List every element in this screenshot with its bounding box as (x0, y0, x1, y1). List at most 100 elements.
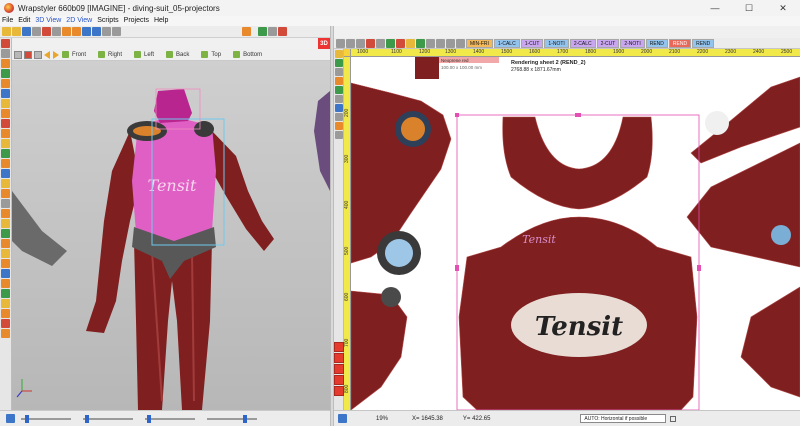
seam-2d-icon[interactable] (335, 122, 343, 130)
tab-2-noti[interactable]: 2-NOTI (620, 38, 645, 48)
tool-icon[interactable] (1, 309, 10, 318)
sheet-remove-icon[interactable] (396, 38, 405, 48)
pencil-icon[interactable] (1, 59, 10, 68)
view-top-button[interactable]: Top (201, 51, 221, 58)
rotation-slider[interactable] (83, 414, 133, 423)
menu-scripts[interactable]: Scripts (97, 16, 118, 26)
select-icon[interactable] (102, 27, 111, 36)
view-right-button[interactable]: Right (98, 51, 122, 58)
rotate-left-icon[interactable] (44, 50, 50, 59)
align-2d-icon[interactable] (335, 113, 343, 121)
rotate-right-icon[interactable] (53, 50, 59, 59)
delete-icon[interactable] (42, 27, 51, 36)
view3d-badge[interactable]: 3D (318, 38, 330, 49)
measure-icon[interactable] (112, 27, 121, 36)
opacity-slider[interactable] (207, 414, 257, 423)
tab-1-cut[interactable]: 1-CUT (520, 38, 544, 48)
sheet-pages-icon[interactable] (376, 38, 385, 48)
rotate-2d-icon[interactable] (335, 104, 343, 112)
sheet-select-icon[interactable] (336, 38, 345, 48)
tab-rend-1[interactable]: REND (645, 38, 668, 48)
copy-icon[interactable] (52, 27, 61, 36)
pattern-left-lower[interactable] (351, 290, 408, 410)
print-preview-icon[interactable] (268, 27, 277, 36)
stitch-icon[interactable] (1, 269, 10, 278)
layer-swatch[interactable] (334, 353, 344, 363)
piece-icon[interactable] (335, 86, 343, 94)
sheet-add-icon[interactable] (386, 38, 395, 48)
nest-icon[interactable] (335, 59, 343, 67)
sheet-grid-icon[interactable] (346, 38, 355, 48)
layer-swatch[interactable] (334, 375, 344, 385)
wireframe-icon[interactable] (14, 50, 22, 59)
chevron-down-icon[interactable] (670, 415, 677, 422)
sheet-copy-icon[interactable] (426, 38, 435, 48)
measure-2d-icon[interactable] (335, 77, 343, 85)
menu-3d-view[interactable]: 3D View (35, 16, 61, 26)
light-icon[interactable] (1, 99, 10, 108)
layer-swatch[interactable] (334, 386, 344, 396)
arrow-left-icon[interactable] (82, 27, 91, 36)
cut-icon[interactable] (1, 229, 10, 238)
paint-icon[interactable] (1, 109, 10, 118)
tab-rend-2[interactable]: REND (668, 38, 692, 48)
mirror-icon[interactable] (335, 95, 343, 103)
sew-icon[interactable] (1, 289, 10, 298)
flip-icon[interactable] (1, 219, 10, 228)
zoom-slider[interactable] (21, 414, 71, 423)
brush-icon[interactable] (1, 79, 10, 88)
view-left-button[interactable]: Left (134, 51, 154, 58)
text-2d-icon[interactable] (335, 131, 343, 139)
tab-1-calc[interactable]: 1-CALC (493, 38, 520, 48)
pin-icon[interactable] (1, 39, 10, 48)
view-bottom-button[interactable]: Bottom (233, 51, 262, 58)
sheet-ok-icon[interactable] (416, 38, 425, 48)
selection-handle-left[interactable] (455, 265, 459, 271)
tab-min-fri[interactable]: MIN-FRI (466, 38, 493, 48)
warp-icon[interactable] (1, 159, 10, 168)
open-folder-icon[interactable] (12, 27, 21, 36)
tab-2-cut[interactable]: 2-CUT (596, 38, 620, 48)
pattern-pieces[interactable]: Neoprene red 100.00 x 100.00 mm Renderin… (351, 57, 800, 410)
save-icon[interactable] (22, 27, 31, 36)
tab-2-calc[interactable]: 2-CALC (569, 38, 596, 48)
new-file-icon[interactable] (2, 27, 11, 36)
zoom-slider-knob[interactable] (25, 414, 29, 423)
view-front-button[interactable]: Front (62, 51, 86, 58)
selection-handle-corner[interactable] (455, 113, 459, 117)
pattern-neckband[interactable] (502, 116, 653, 210)
light-slider[interactable] (145, 414, 195, 423)
pointer-icon[interactable] (1, 49, 10, 58)
menu-edit[interactable]: Edit (18, 16, 30, 26)
help-icon[interactable] (1, 319, 10, 328)
align-icon[interactable] (1, 279, 10, 288)
suit-3d-model[interactable]: Tensit (12, 61, 330, 410)
settings-icon[interactable] (1, 299, 10, 308)
select-all-icon[interactable] (335, 68, 343, 76)
layer-swatch[interactable] (334, 342, 344, 352)
menu-2d-view[interactable]: 2D View (66, 16, 92, 26)
tab-rend-3[interactable]: REND (692, 38, 715, 48)
shape-icon[interactable] (1, 149, 10, 158)
render-sphere-icon[interactable] (242, 27, 251, 36)
texture-icon[interactable] (1, 69, 10, 78)
grid-icon[interactable] (34, 50, 42, 59)
print-icon[interactable] (32, 27, 41, 36)
zoom-2d-icon[interactable] (338, 414, 347, 423)
vertical-ruler[interactable]: 200 300 400 500 600 700 800 (344, 57, 351, 410)
selection-handle-right[interactable] (697, 265, 701, 271)
selection-handle-top[interactable] (575, 113, 581, 117)
material-swatch[interactable] (415, 57, 439, 79)
import-icon[interactable] (258, 27, 267, 36)
sheet-layout-icon[interactable] (456, 38, 465, 48)
ruler-origin[interactable] (344, 49, 351, 57)
menu-file[interactable]: File (2, 16, 13, 26)
horizontal-ruler[interactable]: 1000 1100 1200 1300 1400 1500 1600 1700 … (351, 49, 800, 57)
scale-icon[interactable] (1, 189, 10, 198)
image-icon[interactable] (1, 179, 10, 188)
layout-mode-select[interactable]: AUTO: Horizontal if possible (580, 414, 667, 423)
sheet-zoom-icon[interactable] (446, 38, 455, 48)
maximize-button[interactable]: ☐ (732, 0, 766, 16)
projector-icon[interactable] (1, 129, 10, 138)
arrow-right-icon[interactable] (92, 27, 101, 36)
